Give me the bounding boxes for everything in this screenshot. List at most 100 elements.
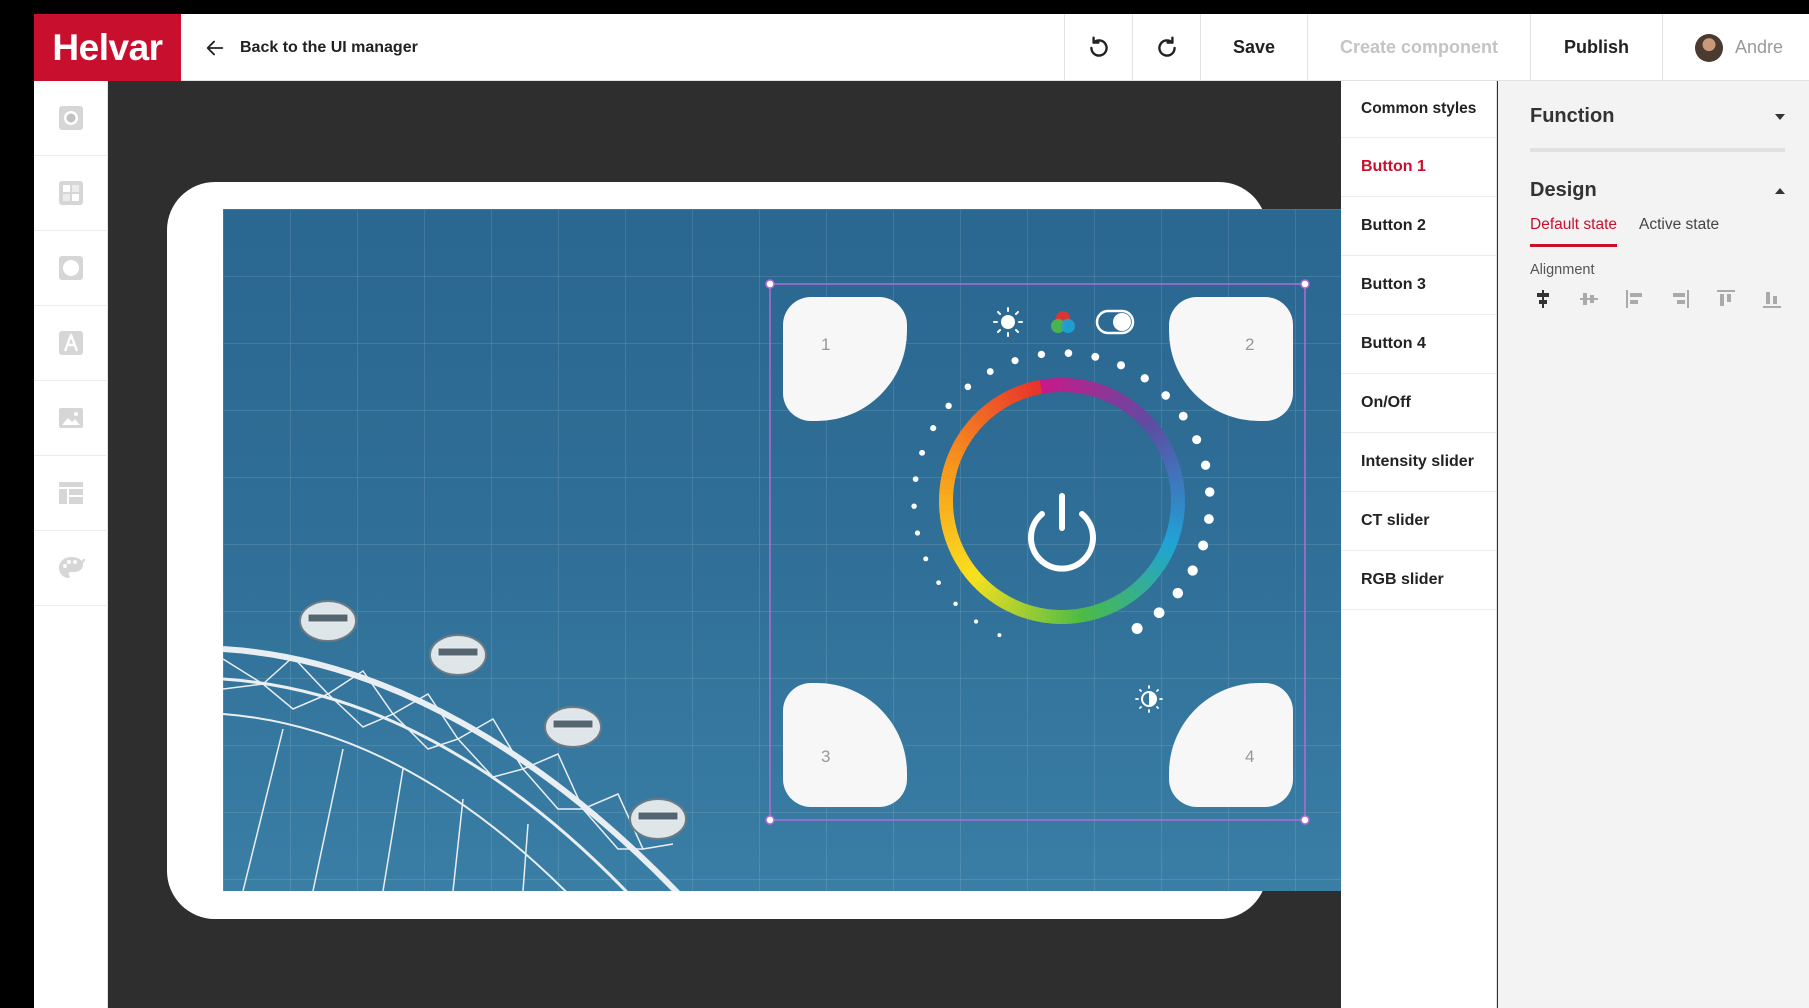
align-center-vertical-button[interactable] — [1576, 286, 1602, 312]
properties-panel: Function Design Default state Active sta… — [1498, 81, 1809, 1008]
intensity-dot — [953, 601, 958, 607]
component-list-panel: Common styles Button 1 Button 2 Button 3 Bu… — [1341, 81, 1497, 1008]
align-top-button[interactable] — [1713, 286, 1739, 312]
intensity-dot — [1187, 565, 1198, 576]
component-list-item[interactable]: On/Off — [1341, 374, 1496, 433]
intensity-dot — [1192, 435, 1202, 445]
align-top-icon — [1717, 290, 1736, 306]
rail-item-layout[interactable] — [34, 456, 108, 531]
intensity-dot — [1204, 514, 1214, 524]
user-menu[interactable]: Andre — [1662, 14, 1809, 81]
palette-icon — [59, 557, 86, 578]
component-list-item[interactable]: Intensity slider — [1341, 433, 1496, 492]
rail-item-components[interactable] — [34, 156, 108, 231]
shape-icon — [59, 256, 83, 280]
alignment-label: Alignment — [1530, 262, 1595, 278]
color-ring-segment — [1039, 379, 1048, 394]
intensity-dot — [1140, 374, 1149, 383]
intensity-dot — [936, 580, 941, 586]
design-title: Design — [1530, 179, 1597, 201]
intensity-dot — [911, 503, 917, 509]
rail-item-palette[interactable] — [34, 531, 108, 606]
intensity-dot — [919, 449, 926, 456]
function-section-toggle[interactable]: Function — [1530, 105, 1785, 128]
app-window: Helvar Back to the UI manager Save Creat… — [34, 14, 1809, 1008]
image-icon — [59, 408, 83, 428]
state-tabs: Default state Active state — [1530, 216, 1719, 247]
section-divider — [1530, 148, 1785, 152]
intensity-dot — [1172, 587, 1184, 599]
tool-rail — [34, 81, 108, 1008]
undo-icon — [1089, 36, 1108, 57]
components-icon — [59, 181, 83, 205]
redo-icon — [1157, 36, 1176, 57]
chevron-down-icon — [1775, 113, 1785, 120]
button-4-label: 4 — [1245, 747, 1255, 766]
intensity-dot — [1011, 357, 1019, 365]
back-label: Back to the UI manager — [240, 38, 418, 56]
undo-button[interactable] — [1064, 14, 1132, 81]
intensity-dot — [1116, 361, 1126, 370]
intensity-dot — [997, 633, 1002, 638]
rail-item-scene[interactable] — [34, 81, 108, 156]
align-bottom-icon — [1762, 292, 1781, 308]
intensity-dot — [1178, 411, 1188, 421]
intensity-dot — [945, 402, 952, 410]
tab-active-state[interactable]: Active state — [1639, 216, 1719, 247]
align-left-button[interactable] — [1622, 286, 1648, 312]
top-bar: Helvar Back to the UI manager Save Creat… — [34, 14, 1809, 81]
intensity-dot — [1153, 607, 1165, 619]
chevron-up-icon — [1775, 187, 1785, 194]
intensity-dot — [1064, 349, 1073, 357]
scene-icon — [59, 106, 83, 130]
button-3-label: 3 — [821, 747, 831, 766]
rail-item-shape[interactable] — [34, 231, 108, 306]
create-component-button[interactable]: Create component — [1307, 14, 1530, 81]
component-list-item[interactable]: Button 2 — [1341, 197, 1496, 256]
intensity-dot — [1204, 487, 1215, 497]
common-styles-item[interactable]: Common styles — [1341, 81, 1496, 138]
intensity-dot — [912, 476, 919, 482]
align-left-icon — [1625, 290, 1642, 308]
alignment-controls — [1530, 286, 1785, 312]
user-name: Andre — [1735, 37, 1784, 57]
rail-item-image[interactable] — [34, 381, 108, 456]
align-right-icon — [1673, 290, 1690, 308]
arrow-left-icon — [206, 40, 224, 55]
save-button[interactable]: Save — [1200, 14, 1307, 81]
design-section-toggle[interactable]: Design — [1530, 179, 1785, 202]
intensity-dot — [1131, 623, 1143, 635]
component-list-item[interactable]: RGB slider — [1341, 551, 1496, 610]
component-list-item[interactable]: Button 1 — [1341, 138, 1496, 197]
layout-icon — [59, 482, 83, 504]
intensity-dot — [964, 383, 972, 391]
avatar — [1695, 33, 1723, 62]
intensity-dot — [930, 425, 937, 432]
publish-button[interactable]: Publish — [1530, 14, 1662, 81]
intensity-dot — [923, 556, 929, 562]
intensity-dot — [1161, 391, 1171, 400]
align-right-button[interactable] — [1667, 286, 1693, 312]
component-list-item[interactable]: Button 4 — [1341, 315, 1496, 374]
intensity-dot — [914, 530, 921, 536]
rail-item-text[interactable] — [34, 306, 108, 381]
design-canvas[interactable]: 1 2 3 4 — [223, 209, 1348, 891]
align-center-horizontal-button[interactable] — [1530, 286, 1556, 312]
intensity-dot — [973, 619, 979, 624]
intensity-dot — [986, 368, 994, 375]
align-bottom-button[interactable] — [1759, 286, 1785, 312]
tab-default-state[interactable]: Default state — [1530, 216, 1618, 247]
component-list-item[interactable]: Button 3 — [1341, 256, 1496, 315]
back-to-ui-manager-link[interactable]: Back to the UI manager — [204, 14, 418, 81]
button-2-label: 2 — [1245, 335, 1255, 354]
function-title: Function — [1530, 105, 1615, 127]
align-center-vertical-icon — [1579, 293, 1598, 305]
redo-button[interactable] — [1132, 14, 1200, 81]
intensity-dot — [1200, 460, 1211, 470]
intensity-dot — [1091, 352, 1100, 361]
helvar-logo: Helvar — [34, 14, 181, 81]
component-list-item[interactable]: CT slider — [1341, 492, 1496, 551]
intensity-dot — [1037, 350, 1046, 359]
align-center-horizontal-icon — [1537, 290, 1549, 308]
text-icon — [59, 331, 83, 355]
